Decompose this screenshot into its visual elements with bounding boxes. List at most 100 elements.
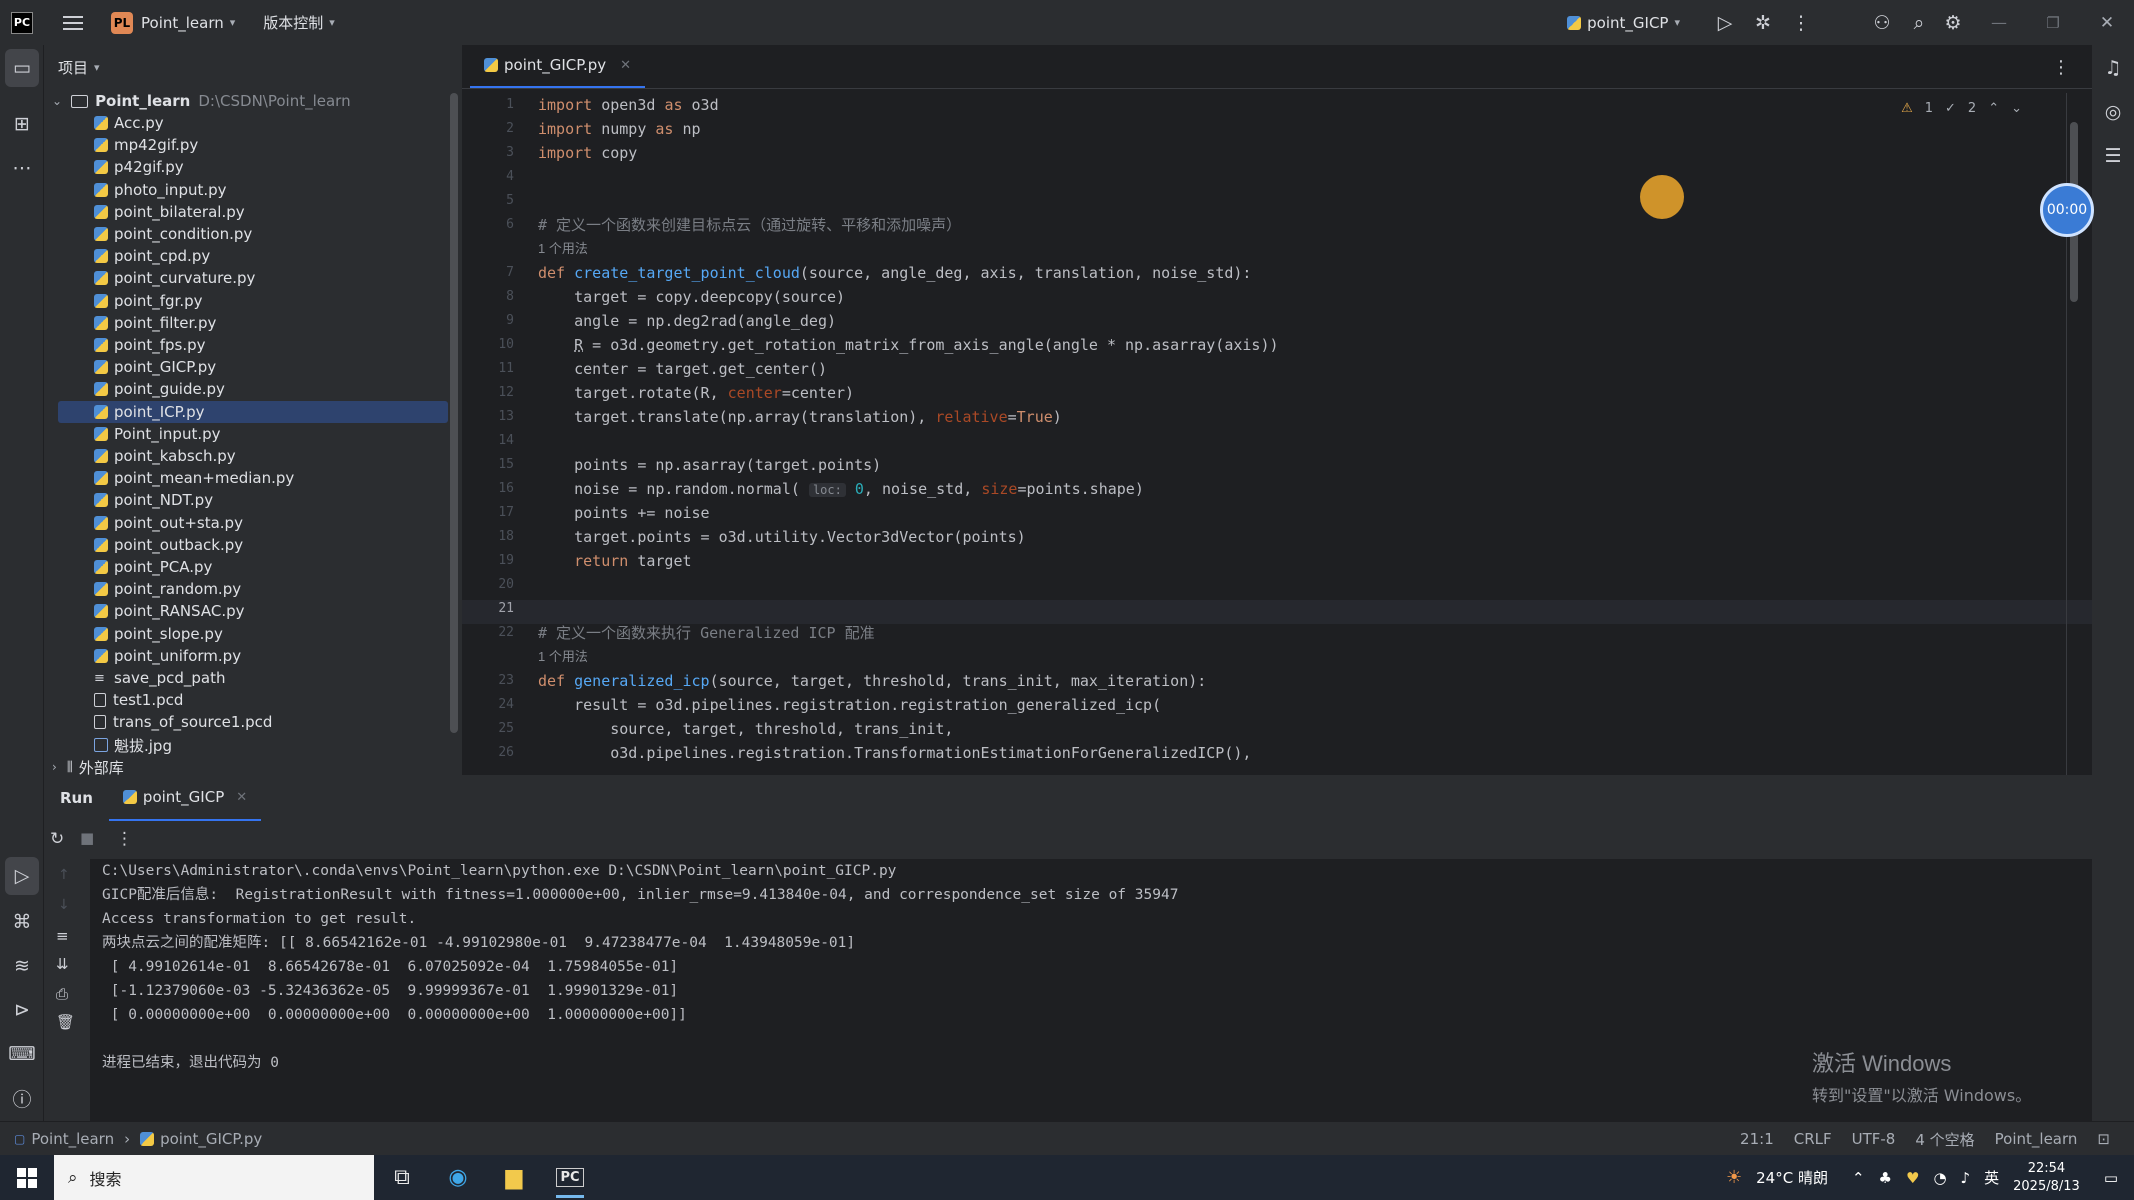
tab-point-gicp[interactable]: point_GICP.py ✕: [470, 44, 646, 88]
database-icon[interactable]: ☰: [2092, 137, 2134, 175]
pycharm-taskbar-icon[interactable]: PC: [542, 1155, 598, 1200]
terminal-icon[interactable]: ⌨: [0, 1035, 44, 1073]
more-actions-icon[interactable]: ⋮: [116, 829, 133, 849]
stop-icon[interactable]: ■: [80, 829, 94, 847]
weather-text[interactable]: 24°C 晴朗: [1756, 1167, 1828, 1188]
file-item[interactable]: trans_of_source1.pcd: [44, 711, 448, 733]
console-output[interactable]: C:\Users\Administrator\.conda\envs\Point…: [90, 859, 2088, 1121]
tray-app-icon[interactable]: ♥: [1906, 1169, 1919, 1187]
breadcrumb-file[interactable]: point_GICP.py: [160, 1130, 262, 1148]
file-item[interactable]: point_RANSAC.py: [44, 600, 448, 622]
print-icon[interactable]: ⎙: [56, 985, 68, 1003]
file-item[interactable]: point_slope.py: [44, 623, 448, 645]
run-icon[interactable]: ▷: [1706, 12, 1744, 34]
code-area[interactable]: import open3d as o3d import numpy as np …: [538, 93, 2078, 775]
up-arrow-icon[interactable]: ↑: [58, 867, 70, 883]
chevron-down-icon[interactable]: ⌄: [2011, 101, 2022, 116]
file-item[interactable]: point_random.py: [44, 578, 448, 600]
ime-indicator[interactable]: 英: [1984, 1167, 1999, 1188]
file-explorer-icon[interactable]: ▆: [486, 1155, 542, 1200]
main-menu-icon[interactable]: [63, 15, 83, 30]
file-item[interactable]: p42gif.py: [44, 156, 448, 178]
edge-browser-icon[interactable]: ◉: [430, 1155, 486, 1200]
file-item[interactable]: test1.pcd: [44, 689, 448, 711]
file-item[interactable]: Acc.py: [44, 112, 448, 134]
file-item[interactable]: Point_input.py: [44, 423, 448, 445]
down-arrow-icon[interactable]: ↓: [58, 897, 70, 913]
structure-icon[interactable]: ⊞: [0, 105, 44, 143]
file-item[interactable]: mp42gif.py: [44, 134, 448, 156]
ai-assistant-icon[interactable]: ◎: [2092, 93, 2134, 131]
inspection-widget[interactable]: ⚠ 1 ✓ 2 ⌃ ⌄: [1901, 101, 2022, 116]
python-interpreter[interactable]: Point_learn: [1995, 1130, 2078, 1148]
volume-icon[interactable]: ♪: [1961, 1169, 1971, 1187]
tab-run-point-gicp[interactable]: point_GICP ✕: [108, 775, 262, 821]
restore-icon[interactable]: ❐: [2026, 14, 2080, 32]
run-config-selector[interactable]: point_GICP ▾: [1567, 14, 1680, 32]
lock-icon[interactable]: ⊡: [2097, 1130, 2110, 1148]
project-folder-icon[interactable]: ▭: [5, 49, 39, 87]
file-encoding[interactable]: UTF-8: [1852, 1130, 1896, 1148]
file-item[interactable]: point_guide.py: [44, 378, 448, 400]
trash-icon[interactable]: 🗑: [56, 1013, 75, 1031]
soft-wrap-icon[interactable]: ≡: [56, 927, 69, 945]
services-icon[interactable]: ⊳: [0, 991, 44, 1029]
file-item[interactable]: point_fgr.py: [44, 290, 448, 312]
tray-overflow-icon[interactable]: ⌃: [1852, 1169, 1865, 1187]
usage-hint[interactable]: 1 个用法: [538, 237, 588, 261]
add-user-icon[interactable]: ⚇: [1860, 12, 1904, 34]
file-item[interactable]: point_curvature.py: [44, 267, 448, 289]
file-item[interactable]: point_condition.py: [44, 223, 448, 245]
line-separator[interactable]: CRLF: [1794, 1130, 1832, 1148]
scroll-to-end-icon[interactable]: ⇊: [56, 955, 69, 973]
file-item[interactable]: point_cpd.py: [44, 245, 448, 267]
windows-start-button[interactable]: [0, 1155, 54, 1200]
problems-icon[interactable]: ⓘ: [0, 1079, 44, 1117]
project-root[interactable]: ⌄ Point_learn D:\CSDN\Point_learn: [44, 90, 448, 112]
more-actions-icon[interactable]: ⋮: [1782, 12, 1820, 34]
clock[interactable]: 22:54 2025/8/13: [2013, 1160, 2080, 1196]
file-item[interactable]: point_fps.py: [44, 334, 448, 356]
file-item[interactable]: 魁拔.jpg: [44, 734, 448, 756]
vcs-menu[interactable]: 版本控制 ▾: [263, 12, 335, 33]
rerun-icon[interactable]: ↻: [50, 829, 64, 849]
tab-options-icon[interactable]: ⋮: [2052, 57, 2070, 78]
project-scrollbar[interactable]: [450, 93, 458, 733]
caret-position[interactable]: 21:1: [1740, 1130, 1774, 1148]
network-icon[interactable]: ◔: [1933, 1169, 1946, 1187]
file-item[interactable]: point_filter.py: [44, 312, 448, 334]
notification-center-icon[interactable]: ▭: [2104, 1169, 2118, 1187]
file-item[interactable]: point_kabsch.py: [44, 445, 448, 467]
chevron-up-icon[interactable]: ⌃: [1988, 101, 1999, 116]
file-item[interactable]: point_PCA.py: [44, 556, 448, 578]
indent-setting[interactable]: 4 个空格: [1915, 1129, 1974, 1150]
more-tools-icon[interactable]: ⋯: [0, 149, 44, 187]
file-item[interactable]: photo_input.py: [44, 179, 448, 201]
usage-hint[interactable]: 1 个用法: [538, 645, 588, 669]
file-item[interactable]: point_ICP.py: [58, 401, 448, 423]
python-packages-icon[interactable]: ≋: [0, 947, 44, 985]
taskbar-search[interactable]: ⌕ 搜索: [54, 1155, 374, 1200]
project-panel-header[interactable]: 项目 ▾: [44, 45, 462, 89]
debug-icon[interactable]: ✲: [1744, 12, 1782, 34]
close-tab-icon[interactable]: ✕: [236, 790, 247, 805]
close-window-icon[interactable]: ✕: [2080, 13, 2134, 33]
notifications-bell-icon[interactable]: ♫: [2092, 49, 2134, 87]
file-item[interactable]: point_GICP.py: [44, 356, 448, 378]
tray-app-icon[interactable]: ♣: [1879, 1169, 1892, 1187]
recording-timer[interactable]: 00:00: [2040, 183, 2094, 237]
file-item[interactable]: point_bilateral.py: [44, 201, 448, 223]
minimize-icon[interactable]: —: [1972, 13, 2026, 32]
settings-gear-icon[interactable]: ⚙: [1934, 12, 1972, 34]
file-item[interactable]: point_NDT.py: [44, 489, 448, 511]
close-tab-icon[interactable]: ✕: [620, 58, 631, 73]
file-item[interactable]: point_uniform.py: [44, 645, 448, 667]
file-item[interactable]: ≡ save_pcd_path: [44, 667, 448, 689]
breadcrumb-project[interactable]: Point_learn: [31, 1130, 114, 1148]
file-item[interactable]: point_mean+median.py: [44, 467, 448, 489]
search-icon[interactable]: ⌕: [1904, 12, 1934, 34]
python-console-icon[interactable]: ⌘: [0, 903, 44, 941]
project-switcher[interactable]: PL Point_learn ▾: [111, 11, 235, 34]
file-item[interactable]: point_outback.py: [44, 534, 448, 556]
task-view-icon[interactable]: ⧉: [374, 1155, 430, 1200]
